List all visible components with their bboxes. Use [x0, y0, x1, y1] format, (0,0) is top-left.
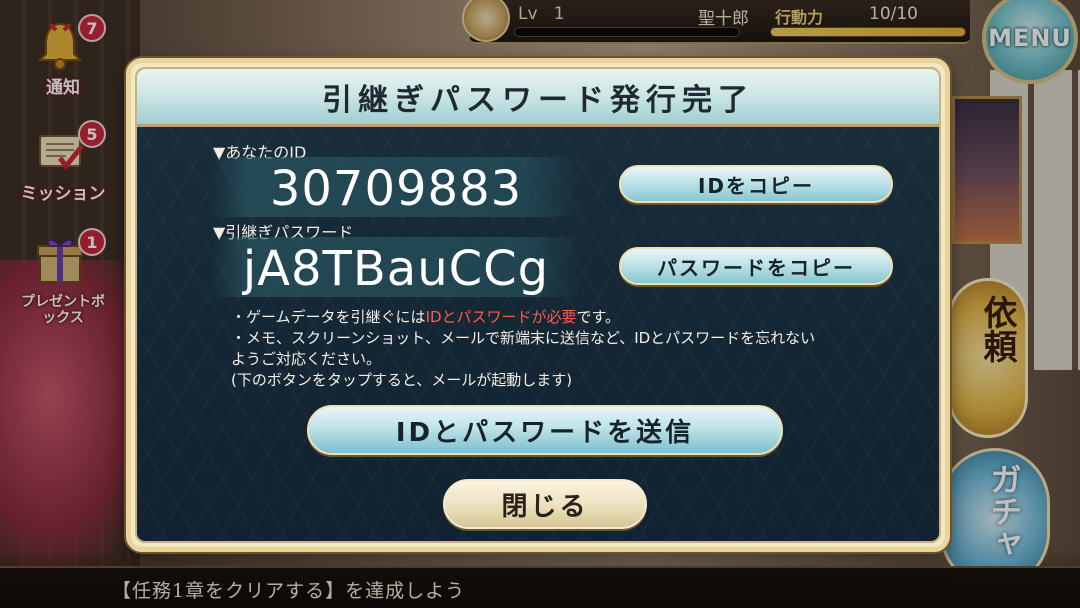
- dialog-title: 引継ぎパスワード発行完了: [322, 82, 754, 118]
- close-button-label: 閉じる: [501, 491, 589, 522]
- id-value: 30709883: [269, 161, 523, 217]
- note-1-highlight: IDとパスワードが必要: [425, 308, 577, 326]
- password-value-box: jA8TBauCCg: [211, 237, 581, 297]
- send-button-label: IDとパスワードを送信: [395, 417, 695, 448]
- note-1-suffix: です。: [576, 308, 621, 326]
- note-1-prefix: ・ゲームデータを引継ぐには: [231, 308, 426, 326]
- dialog-title-bar: 引継ぎパスワード発行完了: [137, 69, 939, 127]
- copy-password-button-label: パスワードをコピー: [657, 255, 855, 280]
- copy-id-button-label: IDをコピー: [697, 173, 815, 198]
- note-line-1: ・ゲームデータを引継ぐにはIDとパスワードが必要です。: [231, 307, 815, 328]
- send-id-password-button[interactable]: IDとパスワードを送信: [307, 405, 783, 455]
- instructions-text: ・ゲームデータを引継ぐにはIDとパスワードが必要です。 ・メモ、スクリーンショッ…: [231, 307, 815, 391]
- dialog-body: 引継ぎパスワード発行完了 ▼あなたのID 30709883 IDをコピー ▼引継…: [135, 67, 941, 543]
- copy-id-button[interactable]: IDをコピー: [619, 165, 893, 203]
- note-line-2: ・メモ、スクリーンショット、メールで新端末に送信など、IDとパスワードを忘れない: [231, 329, 816, 347]
- note-line-4: (下のボタンをタップすると、メールが起動します): [231, 371, 573, 389]
- close-button[interactable]: 閉じる: [443, 479, 647, 529]
- password-value: jA8TBauCCg: [242, 241, 550, 297]
- copy-password-button[interactable]: パスワードをコピー: [619, 247, 893, 285]
- note-line-3: ようご対応ください。: [231, 350, 382, 368]
- id-value-box: 30709883: [211, 157, 581, 217]
- password-issued-dialog: 引継ぎパスワード発行完了 ▼あなたのID 30709883 IDをコピー ▼引継…: [126, 58, 950, 552]
